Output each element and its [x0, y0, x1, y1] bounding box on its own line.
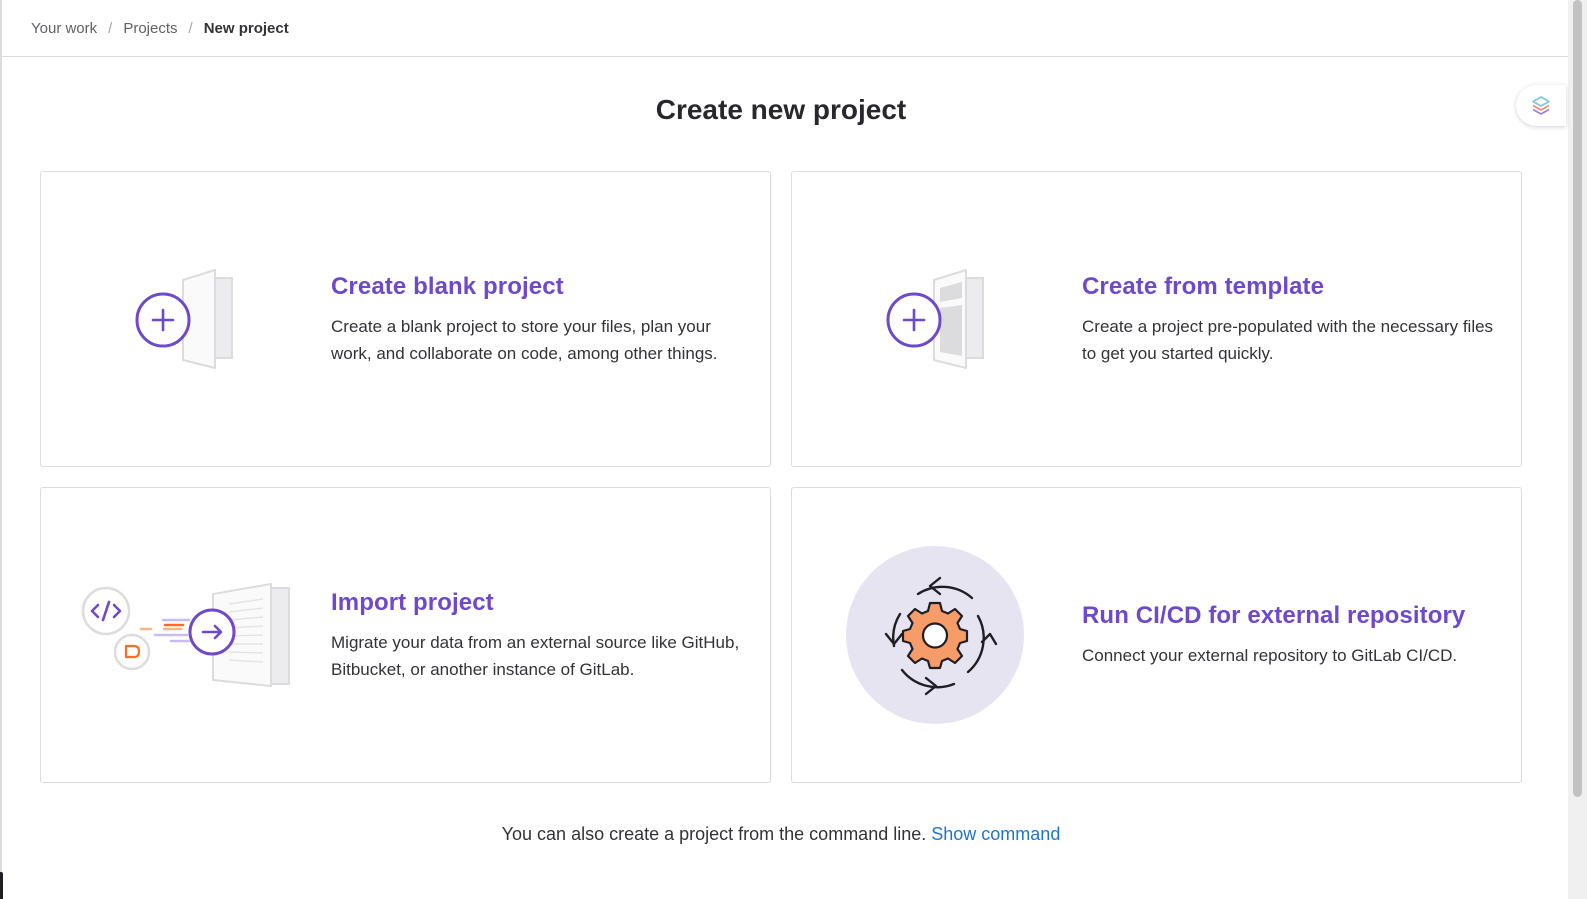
import-project-card[interactable]: Import project Migrate your data from an…	[40, 487, 771, 783]
breadcrumb-separator: /	[188, 19, 193, 37]
import-project-icon	[79, 582, 293, 697]
card-description: Create a blank project to store your fil…	[331, 317, 718, 363]
card-title[interactable]: Import project	[331, 589, 756, 617]
page-title: Create new project	[655, 94, 907, 125]
scrollbar-thumb[interactable]	[1573, 0, 1582, 797]
template-project-icon	[884, 268, 988, 377]
scrollbar[interactable]	[1568, 0, 1587, 899]
run-cicd-external-repository-card[interactable]: Run CI/CD for external repository Connec…	[791, 487, 1522, 783]
left-border	[0, 0, 2, 899]
show-command-link[interactable]: Show command	[931, 824, 1060, 844]
blank-project-icon	[133, 268, 237, 377]
card-title[interactable]: Create blank project	[331, 273, 756, 301]
card-description: Migrate your data from an external sourc…	[331, 633, 740, 679]
breadcrumb: Your work / Projects / New project	[2, 0, 1568, 57]
breadcrumb-current: New project	[203, 19, 289, 37]
breadcrumb-separator: /	[108, 19, 113, 37]
command-line-hint: You can also create a project from the c…	[0, 824, 1562, 845]
card-description: Create a project pre-populated with the …	[1082, 317, 1494, 363]
create-blank-project-card[interactable]: Create blank project Create a blank proj…	[40, 171, 771, 467]
breadcrumb-projects[interactable]: Projects	[123, 20, 177, 37]
card-description: Connect your external repository to GitL…	[1082, 646, 1458, 665]
card-title[interactable]: Run CI/CD for external repository	[1082, 602, 1507, 630]
left-edge-marker	[0, 872, 3, 899]
command-line-text: You can also create a project from the c…	[501, 824, 927, 844]
cicd-gear-icon	[846, 546, 1024, 729]
create-from-template-card[interactable]: Create from template Create a project pr…	[791, 171, 1522, 467]
breadcrumb-your-work[interactable]: Your work	[31, 20, 97, 37]
card-title[interactable]: Create from template	[1082, 273, 1507, 301]
